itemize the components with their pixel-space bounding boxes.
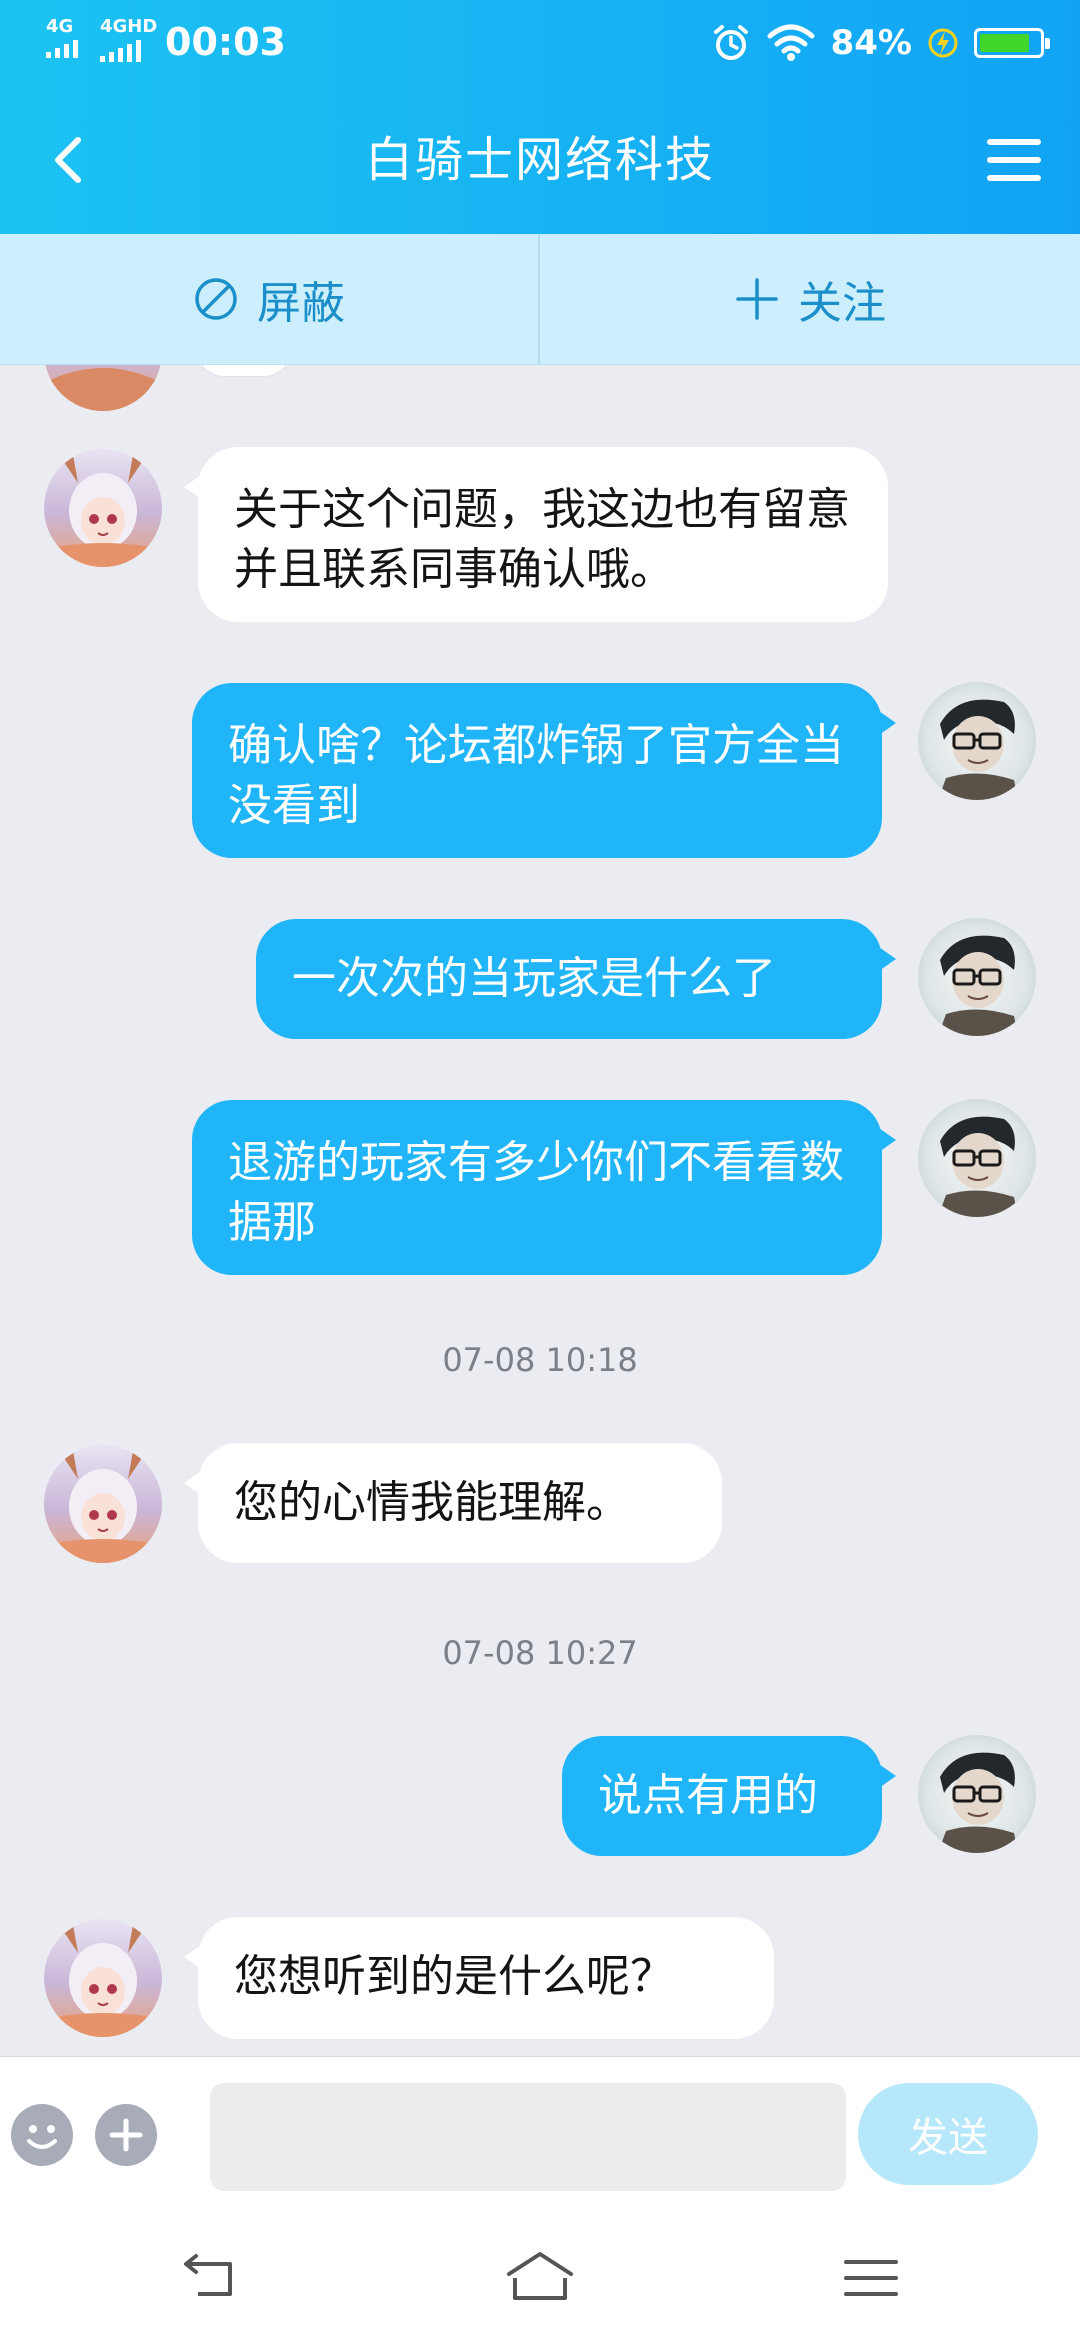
nav-menu-icon[interactable]: [836, 2248, 906, 2308]
user-avatar[interactable]: [918, 1099, 1036, 1217]
message-text: 您的心情我能理解。: [234, 1477, 630, 1528]
signal-label-2: 4GHD: [100, 16, 158, 37]
input-bar: 发送: [0, 2056, 1080, 2217]
message-bubble: 退游的玩家有多少你们不看看数据那: [192, 1100, 896, 1275]
message-bubble: 确认啥？论坛都炸锅了官方全当没看到: [192, 683, 896, 858]
timestamp: 07-08 10:27: [442, 1634, 638, 1672]
nav-back-icon[interactable]: [176, 2248, 246, 2308]
message-text: 确认啥？论坛都炸锅了官方全当没看到: [228, 720, 844, 831]
follow-label: 关注: [798, 278, 886, 329]
battery-percent: 84%: [830, 23, 912, 63]
follow-button[interactable]: 关注: [540, 234, 1080, 364]
contact-avatar[interactable]: [44, 365, 162, 411]
message-input[interactable]: [210, 2083, 846, 2191]
signal-label-1: 4G: [46, 16, 74, 37]
message-text: 一次次的当玩家是什么了: [292, 953, 776, 1004]
nav-home-icon[interactable]: [505, 2248, 575, 2308]
signal-indicator-2: 4GHD: [100, 18, 157, 62]
message-bubble: 您的心情我能理解。: [184, 1443, 722, 1563]
contact-avatar[interactable]: [44, 1919, 162, 2037]
message-bubble: 一次次的当玩家是什么了: [256, 919, 896, 1039]
message-bubble: 说点有用的: [562, 1736, 896, 1856]
message-text: 退游的玩家有多少你们不看看数据那: [228, 1137, 844, 1248]
message-text: 说点有用的: [598, 1770, 818, 1821]
signal-indicator-1: 4G: [46, 18, 78, 58]
charging-icon: [928, 28, 958, 58]
message-text: 您想听到的是什么呢？: [234, 1951, 674, 2002]
chat-area[interactable]: 关于这个问题，我这边也有留意并且联系同事确认哦。 确认啥？论坛都炸锅了官方全当没…: [0, 365, 1080, 2055]
add-icon[interactable]: [94, 2103, 158, 2167]
emoji-icon[interactable]: [10, 2103, 74, 2167]
timestamp: 07-08 10:18: [442, 1341, 638, 1379]
send-button[interactable]: 发送: [858, 2083, 1038, 2185]
message-text: 关于这个问题，我这边也有留意并且联系同事确认哦。: [234, 484, 850, 595]
user-avatar[interactable]: [918, 918, 1036, 1036]
contact-avatar[interactable]: [44, 449, 162, 567]
message-bubble: 关于这个问题，我这边也有留意并且联系同事确认哦。: [184, 447, 888, 622]
action-bar: 屏蔽 关注: [0, 234, 1080, 365]
battery-icon: [974, 28, 1050, 58]
status-time: 00:03: [165, 20, 286, 64]
app-header: 4G 4GHD 00:03 84% 白骑士网络科技: [0, 0, 1080, 234]
contact-avatar[interactable]: [44, 1445, 162, 1563]
alarm-icon: [713, 25, 748, 60]
message-bubble: 您想听到的是什么呢？: [184, 1917, 774, 2039]
page-title: 白骑士网络科技: [364, 132, 715, 188]
plus-icon: [736, 278, 778, 320]
menu-icon[interactable]: [984, 130, 1044, 190]
user-avatar[interactable]: [918, 1735, 1036, 1853]
block-button[interactable]: 屏蔽: [0, 234, 540, 364]
wifi-icon: [767, 24, 815, 61]
block-icon: [195, 278, 237, 320]
block-label: 屏蔽: [257, 278, 345, 329]
system-nav-bar: [0, 2216, 1080, 2340]
status-bar: 4G 4GHD 00:03 84%: [0, 0, 1080, 86]
message-bubble-partial: [195, 365, 293, 377]
user-avatar[interactable]: [918, 682, 1036, 800]
